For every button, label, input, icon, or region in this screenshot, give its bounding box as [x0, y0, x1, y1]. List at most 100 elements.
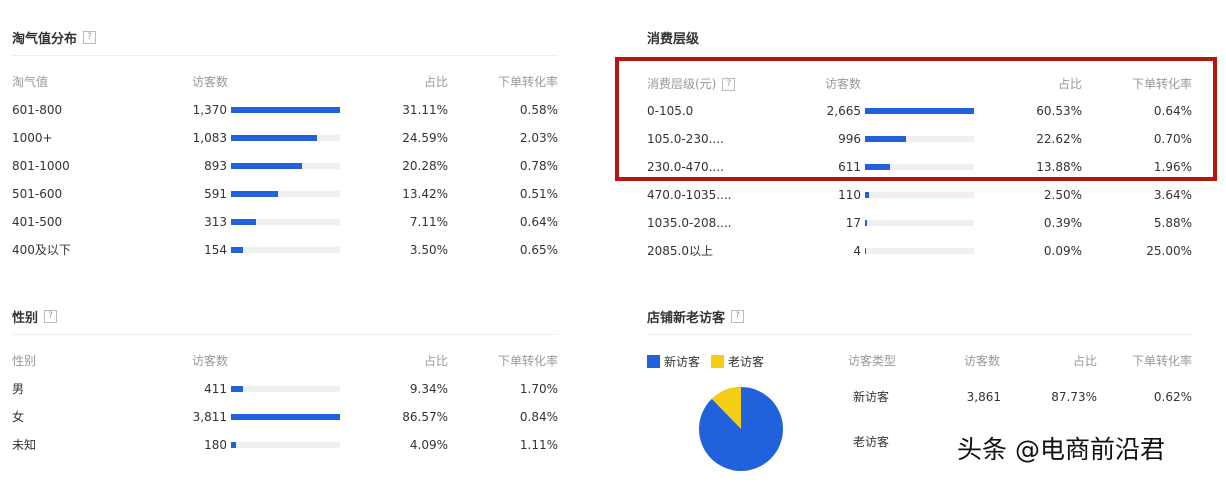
bar-fill — [865, 220, 867, 226]
header-visitors: 访客数 — [192, 75, 229, 89]
row-visitors: 110 — [838, 188, 861, 202]
bar-fill — [231, 107, 340, 113]
newold-title-text: 店铺新老访客 — [647, 310, 726, 326]
bar-fill — [865, 192, 870, 198]
row-conversion: 3.64% — [1153, 188, 1192, 202]
row-label: 老访客 — [853, 435, 890, 449]
header-share: 占比 — [423, 75, 448, 89]
row-visitors: 4 — [853, 244, 861, 258]
header-label: 性别 — [12, 354, 37, 368]
divider — [647, 334, 1192, 335]
row-visitors: 411 — [204, 382, 227, 396]
row-share: 7.11% — [409, 215, 448, 229]
row-visitors: 3,811 — [192, 410, 227, 424]
row-label: 801-1000 — [12, 159, 70, 173]
bar-fill — [231, 386, 243, 392]
taoqi-panel: 淘气值分布 ? 淘气值 访客数 占比 下单转化率 601-800 1,370 31.… — [12, 26, 558, 266]
row-conversion: 0.58% — [519, 103, 558, 117]
header-label: 淘气值 — [12, 75, 49, 89]
row-conversion: 1.70% — [519, 382, 558, 396]
gender-title: 性别 ? — [12, 305, 58, 327]
header-conversion: 下单转化率 — [497, 75, 558, 89]
gender-title-text: 性别 — [12, 310, 39, 326]
row-label: 470.0-1035.... — [647, 188, 732, 202]
row-conversion: 0.62% — [1153, 390, 1192, 404]
row-share: 87.73% — [1051, 390, 1097, 404]
bar-track — [865, 192, 974, 198]
table-row: 未知 180 4.09% 1.11% — [12, 434, 558, 456]
bar-track — [865, 248, 974, 254]
table-row: 1035.0-208.... 17 0.39% 5.88% — [647, 212, 1192, 234]
row-share: 2.50% — [1043, 188, 1082, 202]
row-conversion: 5.88% — [1153, 216, 1192, 230]
row-visitors: 893 — [204, 159, 227, 173]
consumption-title-text: 消费层级 — [647, 31, 700, 47]
row-visitors: 591 — [204, 187, 227, 201]
gender-panel: 性别 ? 性别 访客数 占比 下单转化率 男 411 9.34% 1.70% 女 3,81… — [12, 305, 558, 465]
row-share: 20.28% — [402, 159, 448, 173]
bar-track — [231, 219, 340, 225]
row-visitors: 3,861 — [966, 390, 1001, 404]
table-row: 401-500 313 7.11% 0.64% — [12, 211, 558, 233]
row-label: 男 — [12, 382, 25, 396]
row-label: 1000+ — [12, 131, 53, 145]
row-conversion: 2.03% — [519, 131, 558, 145]
help-icon[interactable]: ? — [83, 30, 97, 44]
divider — [12, 55, 558, 56]
row-conversion: 0.65% — [519, 243, 558, 257]
bar-track — [231, 386, 340, 392]
header-visitors: 访客数 — [192, 354, 229, 368]
row-visitors: 313 — [204, 215, 227, 229]
table-row: 新访客 3,861 87.73% 0.62% — [647, 386, 1192, 408]
bar-track — [865, 220, 974, 226]
row-share: 31.11% — [402, 103, 448, 117]
header-share: 占比 — [423, 354, 448, 368]
row-conversion: 25.00% — [1146, 244, 1192, 258]
row-conversion: 0.64% — [519, 215, 558, 229]
row-label: 未知 — [12, 438, 37, 452]
taoqi-title-text: 淘气值分布 — [12, 31, 78, 47]
table-row: 601-800 1,370 31.11% 0.58% — [12, 99, 558, 121]
row-label: 女 — [12, 410, 25, 424]
row-label: 401-500 — [12, 215, 63, 229]
taoqi-title: 淘气值分布 ? — [12, 26, 97, 48]
row-label: 新访客 — [853, 390, 890, 404]
help-icon[interactable]: ? — [44, 309, 58, 323]
row-share: 9.34% — [409, 382, 448, 396]
bar-fill — [231, 163, 303, 169]
row-visitors: 1,370 — [192, 103, 227, 117]
bar-fill — [231, 247, 244, 253]
row-visitors: 1,083 — [192, 131, 227, 145]
row-label: 400及以下 — [12, 243, 71, 257]
consumption-title: 消费层级 — [647, 26, 699, 48]
row-conversion: 0.78% — [519, 159, 558, 173]
bar-fill — [231, 414, 340, 420]
row-label: 2085.0以上 — [647, 244, 713, 258]
header-visitors: 访客数 — [964, 354, 1001, 368]
row-label: 1035.0-208.... — [647, 216, 732, 230]
header-conversion: 下单转化率 — [497, 354, 558, 368]
bar-track — [231, 247, 340, 253]
bar-track — [231, 442, 340, 448]
table-row: 801-1000 893 20.28% 0.78% — [12, 155, 558, 177]
row-share: 13.42% — [402, 187, 448, 201]
bar-track — [231, 191, 340, 197]
header-conversion: 下单转化率 — [1131, 354, 1192, 368]
row-conversion: 0.84% — [519, 410, 558, 424]
bar-track — [231, 107, 340, 113]
taoqi-header: 淘气值 访客数 占比 下单转化率 — [12, 71, 558, 93]
row-conversion: 1.11% — [519, 438, 558, 452]
row-share: 86.57% — [402, 410, 448, 424]
row-visitors: 180 — [204, 438, 227, 452]
table-row: 女 3,811 86.57% 0.84% — [12, 406, 558, 428]
watermark: 头条 @电商前沿君 — [957, 435, 1165, 464]
row-share: 0.09% — [1043, 244, 1082, 258]
row-label: 501-600 — [12, 187, 63, 201]
divider — [12, 334, 558, 335]
bar-fill — [231, 135, 318, 141]
newold-title: 店铺新老访客 ? — [647, 305, 745, 327]
highlight-box — [615, 57, 1217, 181]
help-icon[interactable]: ? — [731, 309, 745, 323]
row-share: 4.09% — [409, 438, 448, 452]
table-row: 470.0-1035.... 110 2.50% 3.64% — [647, 184, 1192, 206]
